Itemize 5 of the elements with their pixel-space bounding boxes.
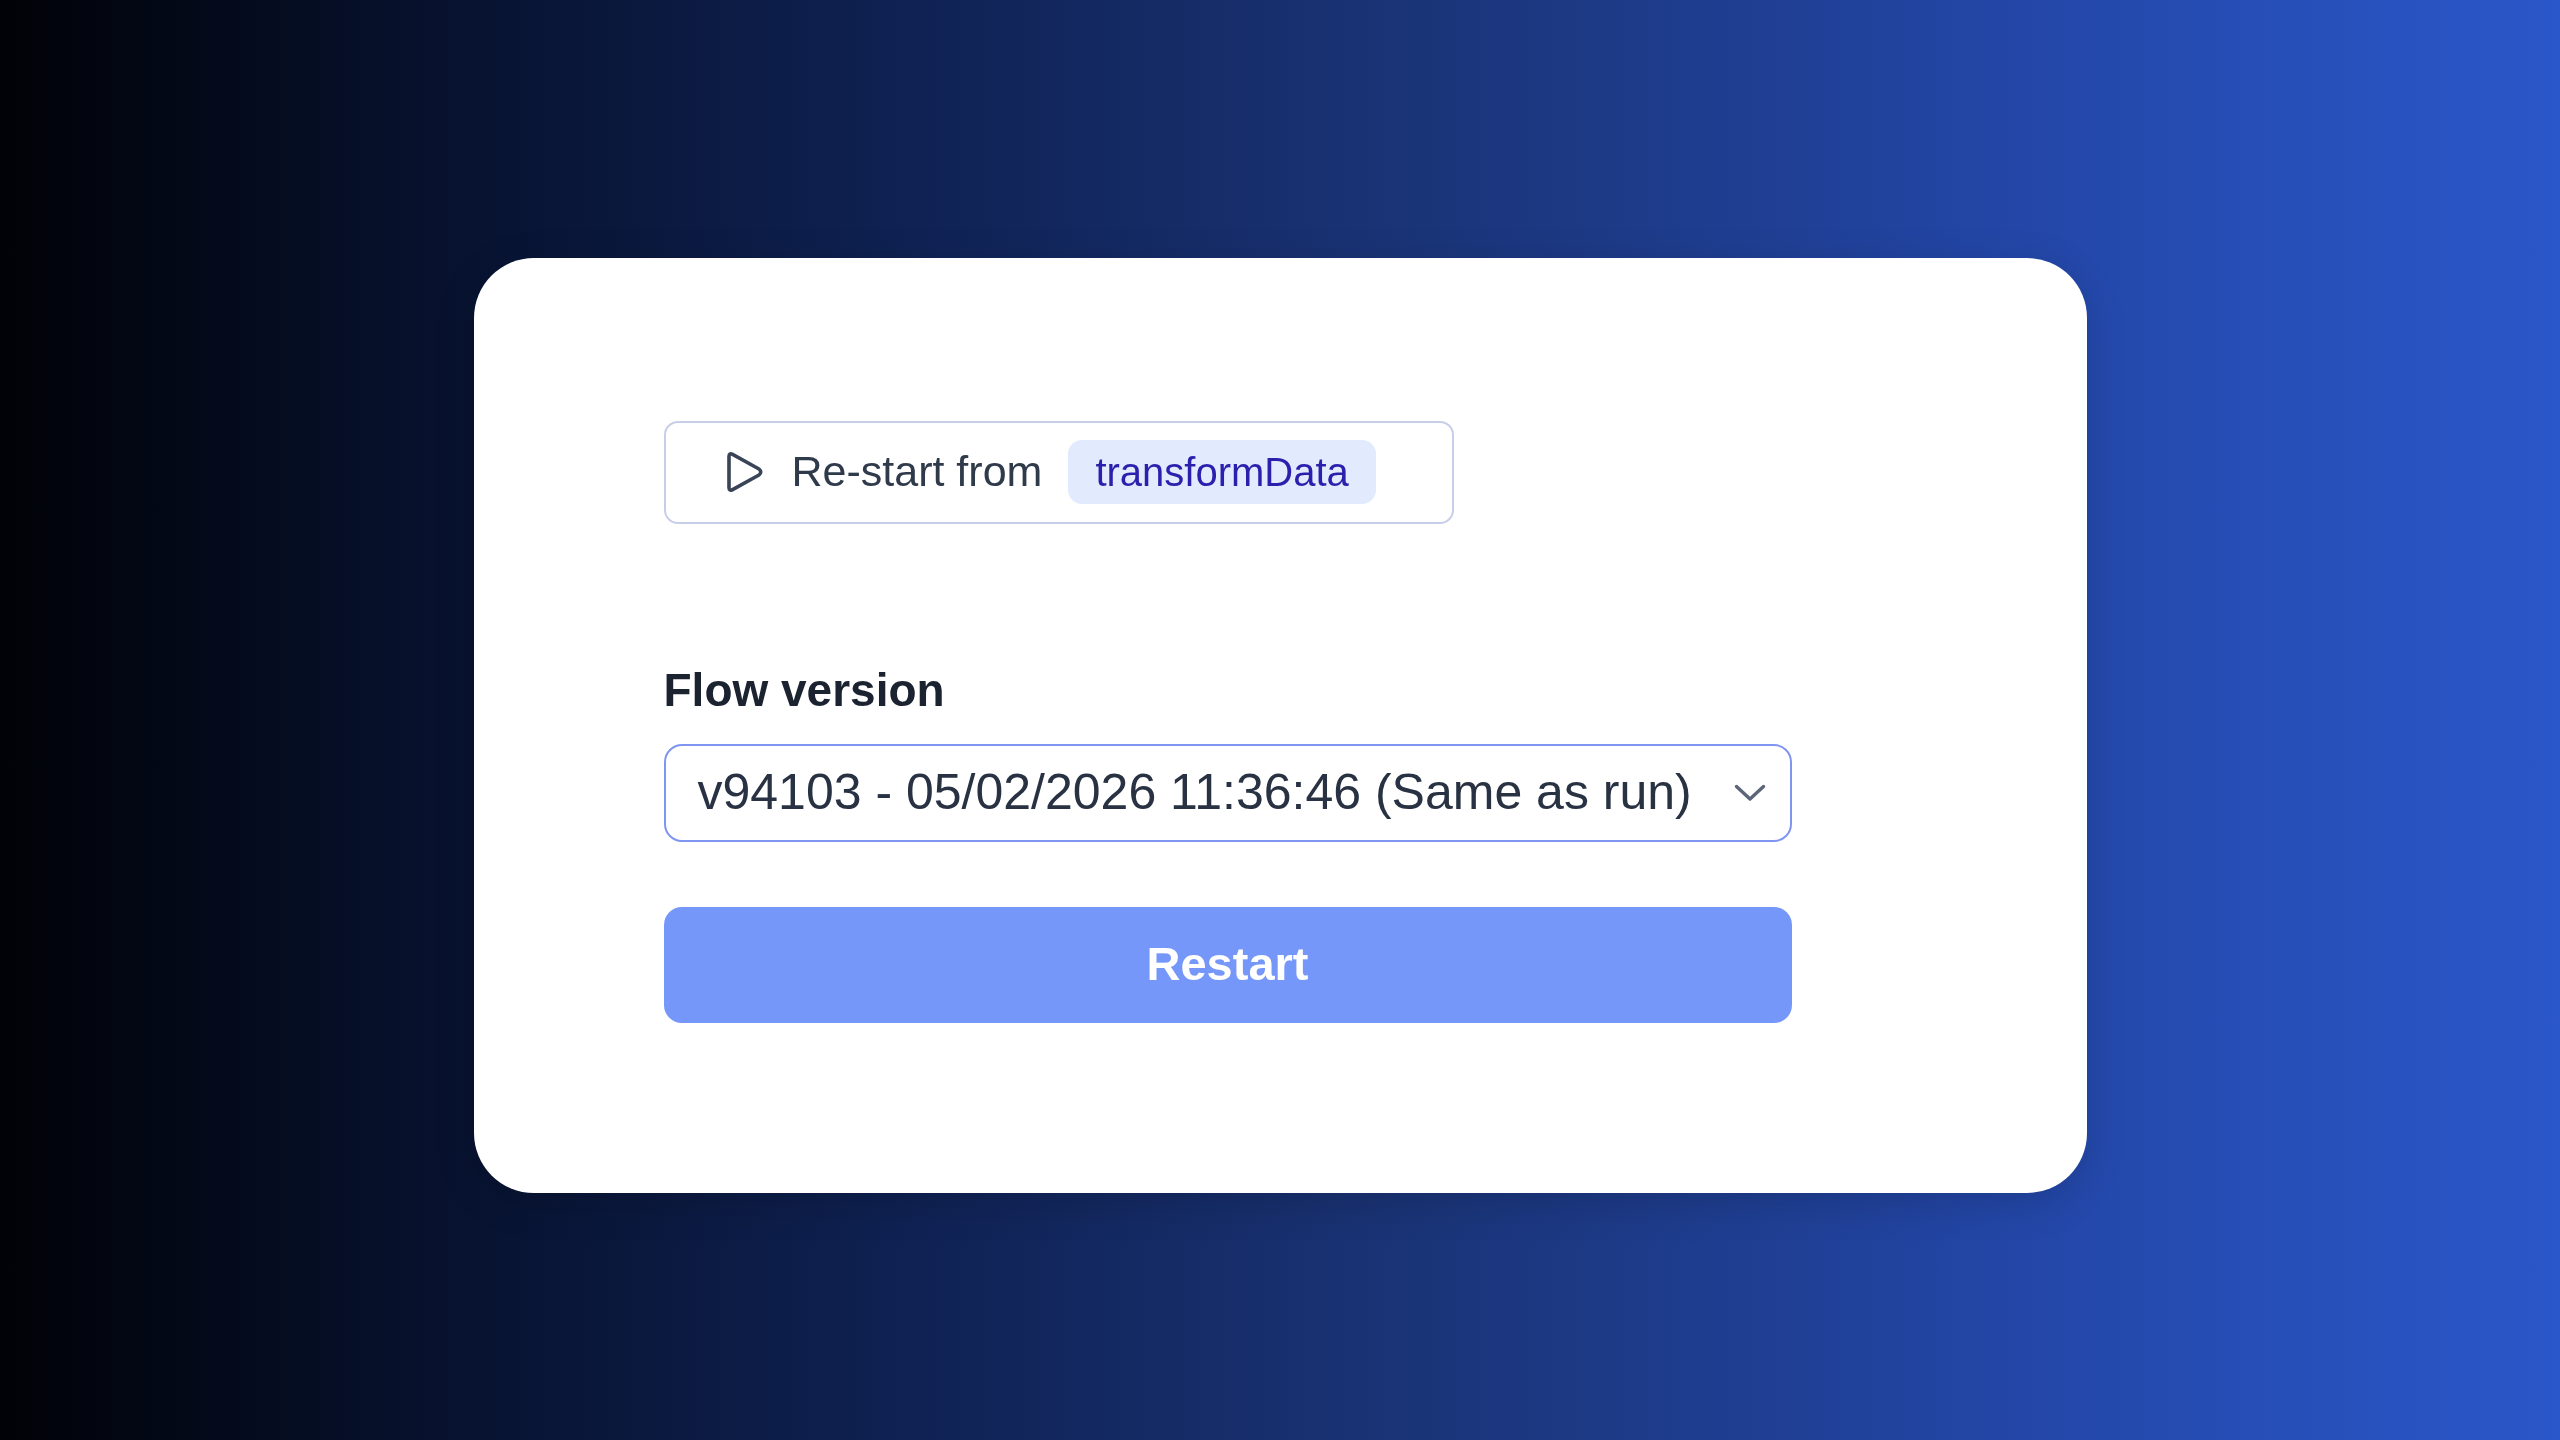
version-select[interactable]: v94103 - 05/02/2026 11:36:46 (Same as run)	[663, 743, 1792, 842]
field-label: Flow version	[663, 662, 945, 718]
step-tag: transformData	[1068, 440, 1376, 504]
restart-from-label: Re-start from	[791, 446, 1043, 498]
chevron-down-icon	[1733, 783, 1766, 802]
